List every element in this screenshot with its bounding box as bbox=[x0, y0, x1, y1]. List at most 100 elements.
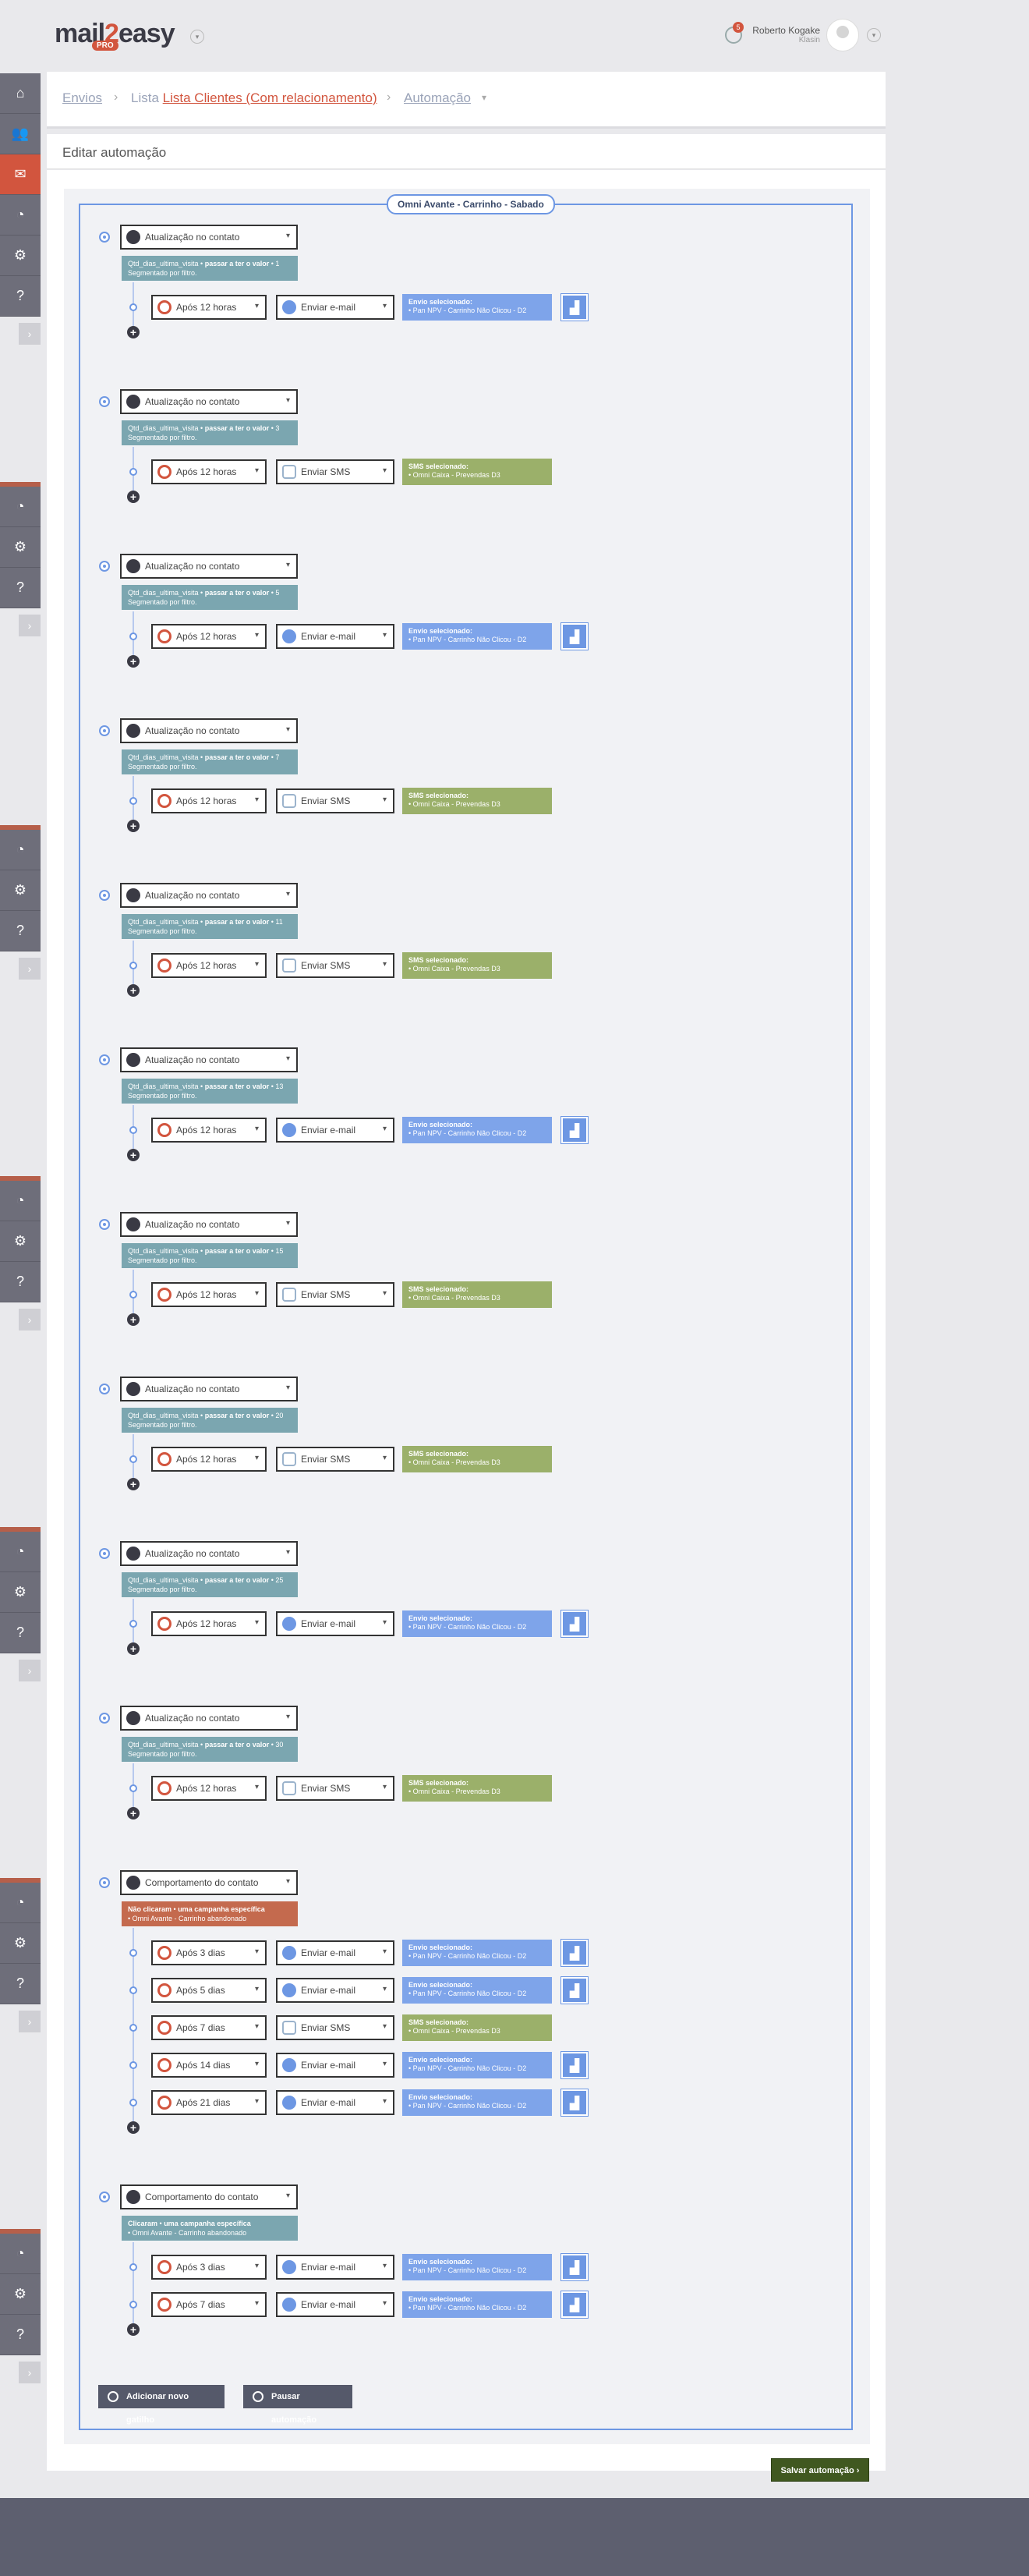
trigger-type-select[interactable]: Atualização no contato ▾ bbox=[120, 225, 298, 250]
trigger-marker-icon[interactable] bbox=[99, 1713, 110, 1724]
pause-automation-button[interactable]: Pausar automação bbox=[243, 2385, 352, 2425]
sidebar-item-settings[interactable]: ⚙ bbox=[0, 2274, 41, 2315]
trigger-type-select[interactable]: Atualização no contato ▾ bbox=[120, 554, 298, 579]
action-select[interactable]: Enviar e-mail ▾ bbox=[276, 2090, 394, 2115]
action-select[interactable]: Enviar SMS ▾ bbox=[276, 459, 394, 484]
sidebar-item-help[interactable]: ? bbox=[0, 1964, 41, 2004]
sidebar-item-reports[interactable]: ◔ bbox=[0, 830, 41, 870]
delay-select[interactable]: Após 7 dias ▾ bbox=[151, 2292, 267, 2317]
action-select[interactable]: Enviar SMS ▾ bbox=[276, 2015, 394, 2040]
selected-envio-info[interactable]: Envio selecionado: • Pan NPV - Carrinho N… bbox=[402, 1940, 552, 1966]
sidebar-item-settings[interactable]: ⚙ bbox=[0, 1923, 41, 1964]
sidebar-expand-chevron-icon[interactable]: › bbox=[19, 323, 41, 345]
add-step-plus-icon[interactable]: + bbox=[127, 1807, 140, 1819]
delay-select[interactable]: Após 14 dias ▾ bbox=[151, 2053, 267, 2078]
selected-sms-info[interactable]: SMS selecionado: • Omni Caixa - Prevendas… bbox=[402, 952, 552, 979]
action-select[interactable]: Enviar e-mail ▾ bbox=[276, 2292, 394, 2317]
stats-chart-icon[interactable]: ▟ bbox=[560, 293, 589, 321]
sidebar-item-reports[interactable]: ◔ bbox=[0, 2234, 41, 2274]
delay-select[interactable]: Após 12 horas ▾ bbox=[151, 788, 267, 813]
trigger-type-select[interactable]: Atualização no contato ▾ bbox=[120, 1212, 298, 1237]
stats-chart-icon[interactable]: ▟ bbox=[560, 2253, 589, 2281]
add-step-plus-icon[interactable]: + bbox=[127, 1149, 140, 1161]
add-step-plus-icon[interactable]: + bbox=[127, 820, 140, 832]
action-select[interactable]: Enviar e-mail ▾ bbox=[276, 1940, 394, 1965]
selected-envio-info[interactable]: Envio selecionado: • Pan NPV - Carrinho N… bbox=[402, 2291, 552, 2318]
action-select[interactable]: Enviar e-mail ▾ bbox=[276, 1118, 394, 1143]
sidebar-item-help[interactable]: ? bbox=[0, 276, 41, 317]
selected-envio-info[interactable]: Envio selecionado: • Pan NPV - Carrinho N… bbox=[402, 1610, 552, 1637]
sidebar-item-help[interactable]: ? bbox=[0, 568, 41, 608]
trigger-marker-icon[interactable] bbox=[99, 1384, 110, 1394]
sidebar-expand-chevron-icon[interactable]: › bbox=[19, 958, 41, 980]
sidebar-item-home[interactable]: ⌂ bbox=[0, 73, 41, 114]
action-select[interactable]: Enviar SMS ▾ bbox=[276, 788, 394, 813]
selected-envio-info[interactable]: Envio selecionado: • Pan NPV - Carrinho N… bbox=[402, 2089, 552, 2116]
trigger-type-select[interactable]: Atualização no contato ▾ bbox=[120, 718, 298, 743]
selected-envio-info[interactable]: Envio selecionado: • Pan NPV - Carrinho N… bbox=[402, 623, 552, 650]
delay-select[interactable]: Após 3 dias ▾ bbox=[151, 2255, 267, 2280]
trigger-marker-icon[interactable] bbox=[99, 1054, 110, 1065]
trigger-type-select[interactable]: Atualização no contato ▾ bbox=[120, 883, 298, 908]
action-select[interactable]: Enviar e-mail ▾ bbox=[276, 1611, 394, 1636]
trigger-type-select[interactable]: Atualização no contato ▾ bbox=[120, 1047, 298, 1072]
sidebar-item-reports[interactable]: ◔ bbox=[0, 1181, 41, 1221]
add-step-plus-icon[interactable]: + bbox=[127, 655, 140, 668]
trigger-marker-icon[interactable] bbox=[99, 890, 110, 901]
selected-envio-info[interactable]: Envio selecionado: • Pan NPV - Carrinho N… bbox=[402, 1117, 552, 1143]
delay-select[interactable]: Após 7 dias ▾ bbox=[151, 2015, 267, 2040]
stats-chart-icon[interactable]: ▟ bbox=[560, 1116, 589, 1144]
delay-select[interactable]: Após 12 horas ▾ bbox=[151, 1447, 267, 1472]
selected-envio-info[interactable]: Envio selecionado: • Pan NPV - Carrinho N… bbox=[402, 2254, 552, 2280]
trigger-type-select[interactable]: Comportamento do contato ▾ bbox=[120, 2184, 298, 2209]
sidebar-item-reports[interactable]: ◔ bbox=[0, 195, 41, 236]
sidebar-item-settings[interactable]: ⚙ bbox=[0, 870, 41, 911]
action-select[interactable]: Enviar SMS ▾ bbox=[276, 953, 394, 978]
selected-sms-info[interactable]: SMS selecionado: • Omni Caixa - Prevendas… bbox=[402, 1775, 552, 1802]
trigger-marker-icon[interactable] bbox=[99, 725, 110, 736]
delay-select[interactable]: Após 12 horas ▾ bbox=[151, 459, 267, 484]
sidebar-item-help[interactable]: ? bbox=[0, 1262, 41, 1302]
delay-select[interactable]: Após 12 horas ▾ bbox=[151, 1282, 267, 1307]
stats-chart-icon[interactable]: ▟ bbox=[560, 622, 589, 650]
sidebar-item-settings[interactable]: ⚙ bbox=[0, 1572, 41, 1613]
sidebar-item-settings[interactable]: ⚙ bbox=[0, 527, 41, 568]
add-step-plus-icon[interactable]: + bbox=[127, 326, 140, 338]
user-menu-caret-icon[interactable]: ▾ bbox=[867, 28, 881, 42]
sidebar-item-contacts[interactable]: 👥 bbox=[0, 114, 41, 154]
action-select[interactable]: Enviar SMS ▾ bbox=[276, 1282, 394, 1307]
breadcrumb-dropdown-chevron-down-icon[interactable]: ▾ bbox=[482, 92, 486, 103]
delay-select[interactable]: Após 21 dias ▾ bbox=[151, 2090, 267, 2115]
delay-select[interactable]: Após 12 horas ▾ bbox=[151, 1118, 267, 1143]
sidebar-expand-chevron-icon[interactable]: › bbox=[19, 1309, 41, 1331]
trigger-marker-icon[interactable] bbox=[99, 561, 110, 572]
add-step-plus-icon[interactable]: + bbox=[127, 1313, 140, 1326]
trigger-marker-icon[interactable] bbox=[99, 2192, 110, 2202]
sidebar-expand-chevron-icon[interactable]: › bbox=[19, 2011, 41, 2032]
sidebar-expand-chevron-icon[interactable]: › bbox=[19, 615, 41, 636]
trigger-type-select[interactable]: Atualização no contato ▾ bbox=[120, 1706, 298, 1731]
sidebar-item-help[interactable]: ? bbox=[0, 1613, 41, 1653]
breadcrumb-list-link[interactable]: Lista Lista Clientes (Com relacionamento… bbox=[131, 90, 377, 106]
trigger-type-select[interactable]: Atualização no contato ▾ bbox=[120, 1541, 298, 1566]
sidebar-expand-chevron-icon[interactable]: › bbox=[19, 2362, 41, 2383]
breadcrumb-envios-link[interactable]: Envios bbox=[62, 90, 102, 106]
action-select[interactable]: Enviar SMS ▾ bbox=[276, 1447, 394, 1472]
trigger-marker-icon[interactable] bbox=[99, 232, 110, 243]
sidebar-item-settings[interactable]: ⚙ bbox=[0, 236, 41, 276]
sidebar-item-help[interactable]: ? bbox=[0, 911, 41, 951]
add-step-plus-icon[interactable]: + bbox=[127, 984, 140, 997]
stats-chart-icon[interactable]: ▟ bbox=[560, 1976, 589, 2004]
selected-sms-info[interactable]: SMS selecionado: • Omni Caixa - Prevendas… bbox=[402, 459, 552, 485]
selected-envio-info[interactable]: Envio selecionado: • Pan NPV - Carrinho N… bbox=[402, 294, 552, 321]
stats-chart-icon[interactable]: ▟ bbox=[560, 1610, 589, 1638]
selected-sms-info[interactable]: SMS selecionado: • Omni Caixa - Prevendas… bbox=[402, 1446, 552, 1472]
add-step-plus-icon[interactable]: + bbox=[127, 2323, 140, 2336]
trigger-type-select[interactable]: Comportamento do contato ▾ bbox=[120, 1870, 298, 1895]
selected-sms-info[interactable]: SMS selecionado: • Omni Caixa - Prevendas… bbox=[402, 1281, 552, 1308]
action-select[interactable]: Enviar e-mail ▾ bbox=[276, 295, 394, 320]
save-automation-button[interactable]: Salvar automação › bbox=[771, 2458, 869, 2482]
delay-select[interactable]: Após 12 horas ▾ bbox=[151, 953, 267, 978]
avatar[interactable] bbox=[826, 19, 859, 51]
stats-chart-icon[interactable]: ▟ bbox=[560, 2089, 589, 2117]
